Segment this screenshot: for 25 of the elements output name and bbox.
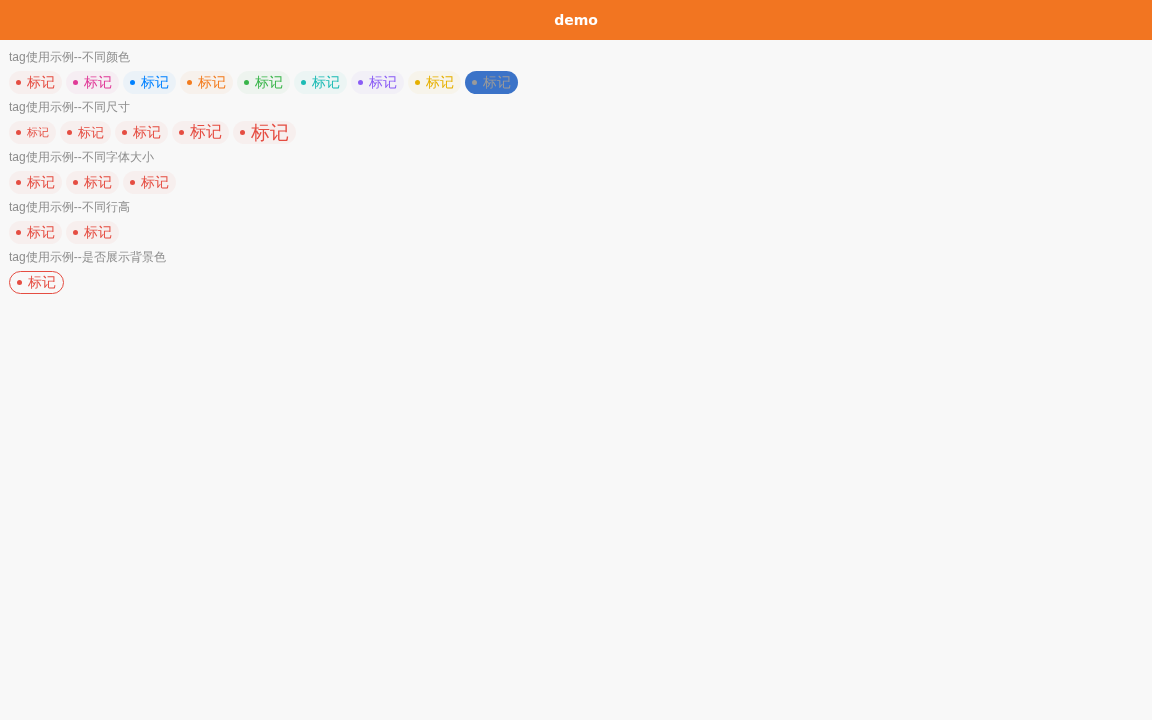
section-title: tag使用示例--不同行高: [9, 199, 131, 216]
tag: 标记: [180, 70, 233, 94]
header-title: demo: [554, 10, 598, 30]
tag: 标记: [465, 70, 518, 94]
tag: 标记: [9, 220, 62, 244]
section-title: tag使用示例--不同尺寸: [9, 99, 131, 116]
tag: 标记: [123, 170, 176, 194]
tag: 标记: [60, 120, 111, 144]
tag: 标记: [9, 120, 56, 144]
section-title: tag使用示例--是否展示背景色: [9, 249, 167, 266]
tag: 标记: [172, 120, 229, 144]
tag: 标记: [9, 70, 62, 94]
tag: 标记: [66, 220, 119, 244]
tag: 标记: [351, 70, 404, 94]
tag: 标记: [123, 70, 176, 94]
tag: 标记: [115, 120, 168, 144]
tag: 标记: [237, 70, 290, 94]
section-title: tag使用示例--不同颜色: [9, 49, 131, 66]
tag: 标记: [9, 170, 62, 194]
tag: 标记: [66, 70, 119, 94]
tag: 标记: [294, 70, 347, 94]
tag: 标记: [408, 70, 461, 94]
tag: 标记: [66, 170, 119, 194]
tag: 标记: [233, 120, 296, 144]
section-title: tag使用示例--不同字体大小: [9, 149, 155, 166]
